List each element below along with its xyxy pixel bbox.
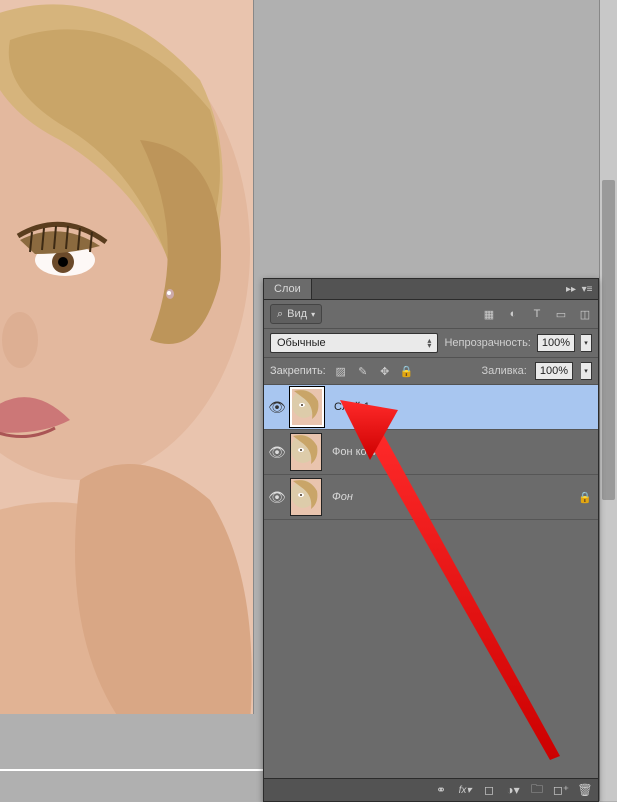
filter-smart-icon[interactable]: ◫ <box>578 308 592 321</box>
chevron-down-icon: ▾ <box>311 310 315 319</box>
layers-footer: ⚭ fx▾ ◻ ◑▾ 🗀 ◻⁺ 🗑 <box>264 778 598 801</box>
layer-filter-row: ⌕ Вид ▾ ▦ ◐ T ▭ ◫ <box>264 300 598 329</box>
layer-name[interactable]: Фон <box>332 491 572 503</box>
new-group-icon[interactable]: 🗀 <box>528 780 546 801</box>
stepper-arrows-icon: ▴▾ <box>427 338 431 348</box>
layer-thumbnail[interactable] <box>290 433 322 471</box>
layer-name[interactable]: Слой 1 <box>334 401 572 413</box>
panel-tab-bar: Слои ▸▸ ▾≡ <box>264 279 598 300</box>
delete-layer-icon[interactable]: 🗑 <box>576 783 594 797</box>
layer-thumbnail[interactable] <box>290 478 322 516</box>
vertical-scrollbar[interactable] <box>599 0 617 801</box>
fill-dropdown-icon[interactable]: ▾ <box>581 362 592 380</box>
layer-thumbnail[interactable] <box>290 387 324 427</box>
filter-text-icon[interactable]: T <box>530 308 544 321</box>
document-canvas[interactable] <box>0 0 254 714</box>
layers-empty-area[interactable] <box>264 520 598 778</box>
layer-row[interactable]: 👁 Фон копия <box>264 430 598 475</box>
lock-label: Закрепить: <box>270 365 326 377</box>
layers-list: 👁 Слой 1 👁 Фон копия 👁 Фон 🔒 <box>264 385 598 520</box>
fill-value[interactable]: 100% <box>535 362 573 380</box>
layer-name[interactable]: Фон копия <box>332 446 572 458</box>
adjustment-layer-icon[interactable]: ◑▾ <box>504 783 522 797</box>
new-layer-icon[interactable]: ◻⁺ <box>552 783 570 797</box>
fill-label: Заливка: <box>481 365 526 377</box>
lock-fill-row: Закрепить: ▨ ✎ ✥ 🔒 Заливка: 100% ▾ <box>264 358 598 385</box>
layer-row[interactable]: 👁 Слой 1 <box>264 385 598 430</box>
visibility-toggle-icon[interactable]: 👁 <box>264 399 290 416</box>
opacity-dropdown-icon[interactable]: ▾ <box>581 334 592 352</box>
lock-transparency-icon[interactable]: ▨ <box>334 365 348 378</box>
tab-layers[interactable]: Слои <box>264 279 312 299</box>
blend-mode-dropdown[interactable]: Обычные ▴▾ <box>270 333 438 353</box>
blend-opacity-row: Обычные ▴▾ Непрозрачность: 100% ▾ <box>264 329 598 358</box>
search-icon: ⌕ <box>277 308 283 321</box>
opacity-label: Непрозрачность: <box>444 337 530 349</box>
visibility-toggle-icon[interactable]: 👁 <box>264 444 290 461</box>
filter-pixel-icon[interactable]: ▦ <box>482 308 496 321</box>
opacity-value[interactable]: 100% <box>537 334 575 352</box>
lock-pixels-icon[interactable]: ✎ <box>356 365 370 378</box>
panel-menu-icon[interactable]: ▾≡ <box>580 283 594 295</box>
collapse-panel-icon[interactable]: ▸▸ <box>564 283 578 295</box>
filter-shape-icon[interactable]: ▭ <box>554 308 568 321</box>
lock-all-icon[interactable]: 🔒 <box>400 365 414 378</box>
lock-position-icon[interactable]: ✥ <box>378 365 392 378</box>
link-layers-icon[interactable]: ⚭ <box>432 783 450 797</box>
add-mask-icon[interactable]: ◻ <box>480 783 498 797</box>
filter-adjust-icon[interactable]: ◐ <box>506 308 520 321</box>
layer-row[interactable]: 👁 Фон 🔒 <box>264 475 598 520</box>
lock-indicator-icon: 🔒 <box>572 491 598 504</box>
filter-type-dropdown[interactable]: ⌕ Вид ▾ <box>270 304 322 324</box>
blend-mode-value: Обычные <box>277 337 326 349</box>
filter-label: Вид <box>287 308 307 320</box>
visibility-toggle-icon[interactable]: 👁 <box>264 489 290 506</box>
layer-fx-icon[interactable]: fx▾ <box>456 785 474 796</box>
layers-panel: Слои ▸▸ ▾≡ ⌕ Вид ▾ ▦ ◐ T ▭ ◫ Обычные ▴▾ … <box>263 278 599 802</box>
